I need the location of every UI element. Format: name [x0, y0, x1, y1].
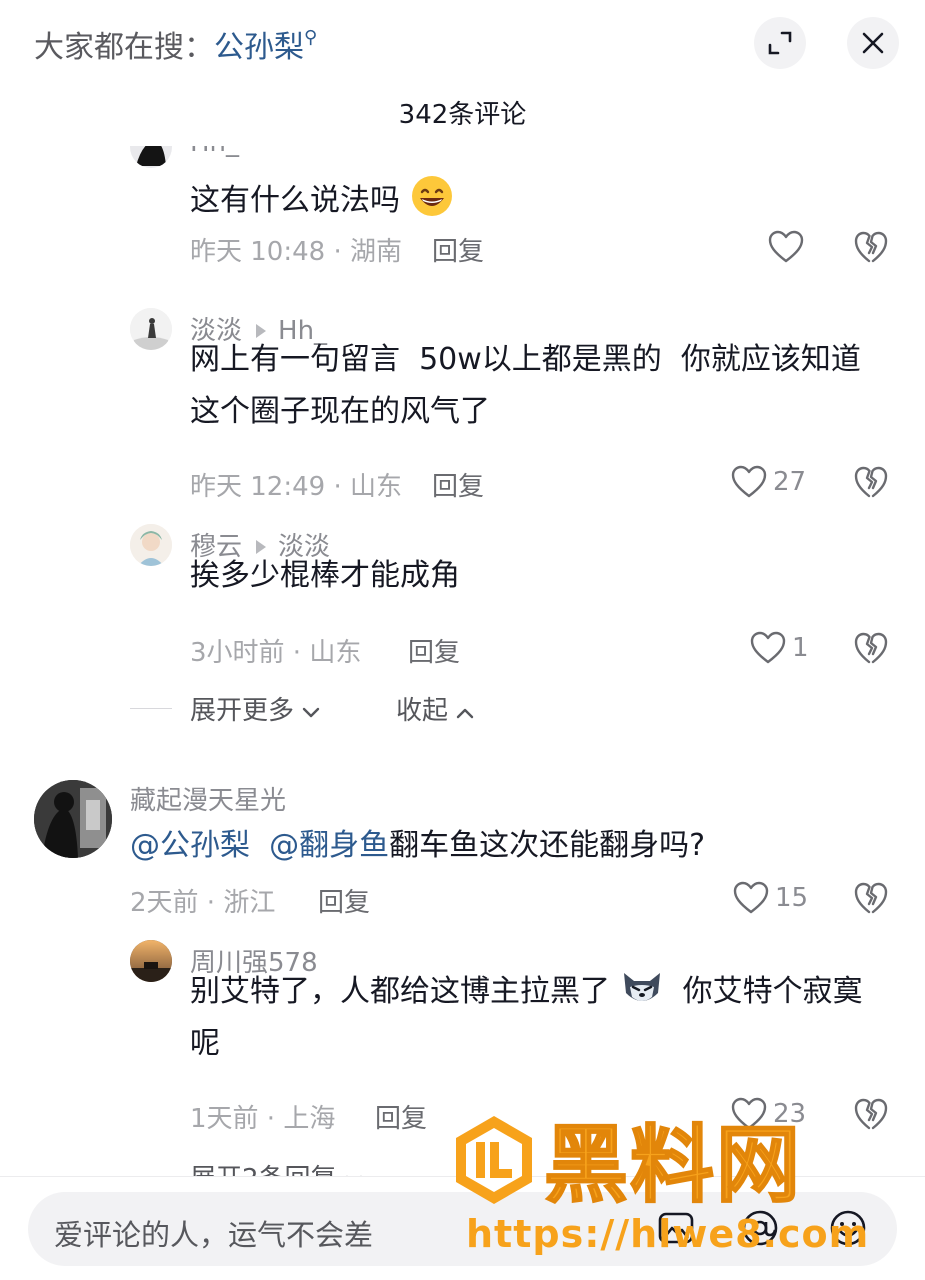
- search-suggestion-prefix: 大家都在搜：: [34, 30, 214, 65]
- reply-button[interactable]: 回复: [318, 882, 370, 919]
- at-icon: [742, 1210, 778, 1246]
- image-button[interactable]: [656, 1208, 696, 1252]
- comment-text: @公孙梨 @翻身鱼翻车鱼这次还能翻身吗?: [130, 820, 705, 872]
- commenter-name[interactable]: Hh_: [190, 146, 239, 158]
- comment-text-content: 翻车鱼这次还能翻身吗?: [389, 828, 706, 863]
- comment-list[interactable]: Hh_ 这有什么说法吗 昨天 10:48 · 湖南 回复: [0, 146, 925, 1176]
- like-button[interactable]: 1: [750, 631, 809, 665]
- reply-item: 穆云 淡淡 挨多少棍棒才能成角 3小时前 · 山东 回复 1: [0, 524, 925, 674]
- dislike-heart-icon: [854, 466, 888, 498]
- collapse-button[interactable]: 收起: [396, 690, 474, 727]
- comment-time-location: 1天前 · 上海: [190, 1104, 336, 1134]
- dislike-heart-icon: [854, 1098, 888, 1130]
- comment-time-location: 昨天 12:49 · 山东: [190, 472, 402, 502]
- dislike-button[interactable]: [854, 881, 888, 919]
- avatar[interactable]: [34, 780, 112, 858]
- comment-text-content: 你艾特个寂寞: [673, 974, 863, 1009]
- divider: [130, 708, 172, 709]
- comment-text-content: 这有什么说法吗: [190, 183, 400, 218]
- expand-icon: [768, 31, 792, 55]
- chevron-up-icon: [457, 708, 474, 719]
- mention-button[interactable]: [740, 1208, 780, 1252]
- chevron-down-icon: [303, 707, 320, 718]
- like-count: 1: [792, 633, 809, 663]
- comment-time-location: 2天前 · 浙江: [130, 888, 276, 918]
- avatar-image: [130, 524, 172, 566]
- grinning-emoji: [411, 176, 452, 216]
- comment-text-line: 这个圈子现在的风气了: [190, 394, 490, 429]
- avatar-image: [130, 308, 172, 350]
- comment-input-bar: 爱评论的人，运气不会差: [0, 1176, 925, 1280]
- avatar[interactable]: [130, 146, 172, 168]
- expand-button[interactable]: [754, 17, 806, 69]
- like-count: 27: [773, 467, 807, 497]
- comment-text: 这有什么说法吗: [190, 174, 454, 227]
- close-icon: [862, 32, 884, 54]
- comment-text: 挨多少棍棒才能成角: [190, 558, 460, 593]
- like-button[interactable]: 23: [731, 1097, 806, 1131]
- search-suggestion[interactable]: 大家都在搜：公孙梨⚲: [34, 22, 317, 66]
- top-bar: 大家都在搜：公孙梨⚲: [0, 0, 925, 90]
- dislike-button[interactable]: [854, 230, 888, 268]
- avatar-image: [136, 146, 166, 166]
- like-count: 15: [775, 883, 809, 913]
- image-icon: [658, 1212, 694, 1244]
- reply-button[interactable]: 回复: [432, 231, 484, 268]
- reply-item: 淡淡 Hh_ 网上有一句留言 50w以上都是黑的 你就应该知道 这个圈子现在的风气…: [0, 308, 925, 508]
- comment-text: 别艾特了，人都给这博主拉黑了 你艾特个寂寞 呢: [190, 966, 910, 1070]
- dislike-button[interactable]: [854, 1097, 888, 1135]
- reply-button[interactable]: 回复: [432, 466, 484, 503]
- heart-icon: [731, 465, 767, 498]
- comments-count-title: 342条评论: [398, 100, 527, 130]
- like-button[interactable]: [768, 230, 804, 264]
- close-button[interactable]: [847, 17, 899, 69]
- avatar[interactable]: [130, 308, 172, 350]
- reply-item: 周川强578 别艾特了，人都给这博主拉黑了 你艾特个寂寞 呢 1天前 · 上海 …: [0, 940, 925, 1140]
- husky-emoji: [623, 973, 660, 1001]
- heart-icon: [750, 631, 786, 664]
- reply-button[interactable]: 回复: [375, 1098, 427, 1135]
- comment-text-line: 网上有一句留言 50w以上都是黑的 你就应该知道: [190, 342, 861, 377]
- dislike-button[interactable]: [854, 465, 888, 503]
- expand-replies-button[interactable]: 展开2条回复: [190, 1158, 363, 1176]
- expand-replies-label: 展开2条回复: [190, 1164, 337, 1176]
- comment-text: 网上有一句留言 50w以上都是黑的 你就应该知道 这个圈子现在的风气了: [190, 334, 910, 438]
- reply-button[interactable]: 回复: [408, 632, 460, 669]
- like-count: 23: [773, 1099, 807, 1129]
- avatar-image: [34, 780, 112, 858]
- commenter-name[interactable]: 藏起漫天星光: [130, 780, 286, 817]
- comment-item: 藏起漫天星光 @公孙梨 @翻身鱼翻车鱼这次还能翻身吗? 2天前 · 浙江 回复 …: [0, 778, 925, 928]
- dislike-heart-icon: [854, 231, 888, 263]
- avatar[interactable]: [130, 524, 172, 566]
- comment-text-content: 别艾特了，人都给这博主拉黑了: [190, 974, 610, 1009]
- emoji-icon: [830, 1210, 866, 1246]
- like-button[interactable]: 27: [731, 465, 806, 499]
- dislike-heart-icon: [854, 882, 888, 914]
- comment-time-location: 3小时前 · 山东: [190, 638, 362, 668]
- search-suggestion-keyword[interactable]: 公孙梨: [214, 30, 304, 65]
- avatar[interactable]: [130, 940, 172, 982]
- expand-more-label: 展开更多: [190, 696, 295, 726]
- mention-link[interactable]: @公孙梨: [130, 828, 250, 863]
- comment-text-line: 别艾特了，人都给这博主拉黑了 你艾特个寂寞: [190, 966, 910, 1018]
- comment-input-placeholder: 爱评论的人，运气不会差: [54, 1218, 374, 1252]
- reply-item: Hh_ 这有什么说法吗 昨天 10:48 · 湖南 回复: [0, 146, 925, 286]
- avatar-image: [130, 940, 172, 982]
- search-icon: ⚲: [304, 27, 318, 48]
- emoji-button[interactable]: [828, 1208, 868, 1252]
- mention-link[interactable]: @翻身鱼: [269, 828, 389, 863]
- like-button[interactable]: 15: [733, 881, 808, 915]
- heart-icon: [731, 1097, 767, 1130]
- dislike-button[interactable]: [854, 631, 888, 669]
- expand-more-button[interactable]: 展开更多: [190, 690, 320, 727]
- comment-text-line: 呢: [190, 1026, 220, 1061]
- dislike-heart-icon: [854, 632, 888, 664]
- heart-icon: [768, 230, 804, 263]
- expand-replies-row: 展开2条回复: [0, 1156, 925, 1176]
- comment-input[interactable]: 爱评论的人，运气不会差: [28, 1192, 897, 1266]
- heart-icon: [733, 881, 769, 914]
- thread-controls: 展开更多 收起: [0, 688, 925, 728]
- collapse-label: 收起: [396, 696, 449, 726]
- comment-time-location: 昨天 10:48 · 湖南: [190, 237, 402, 267]
